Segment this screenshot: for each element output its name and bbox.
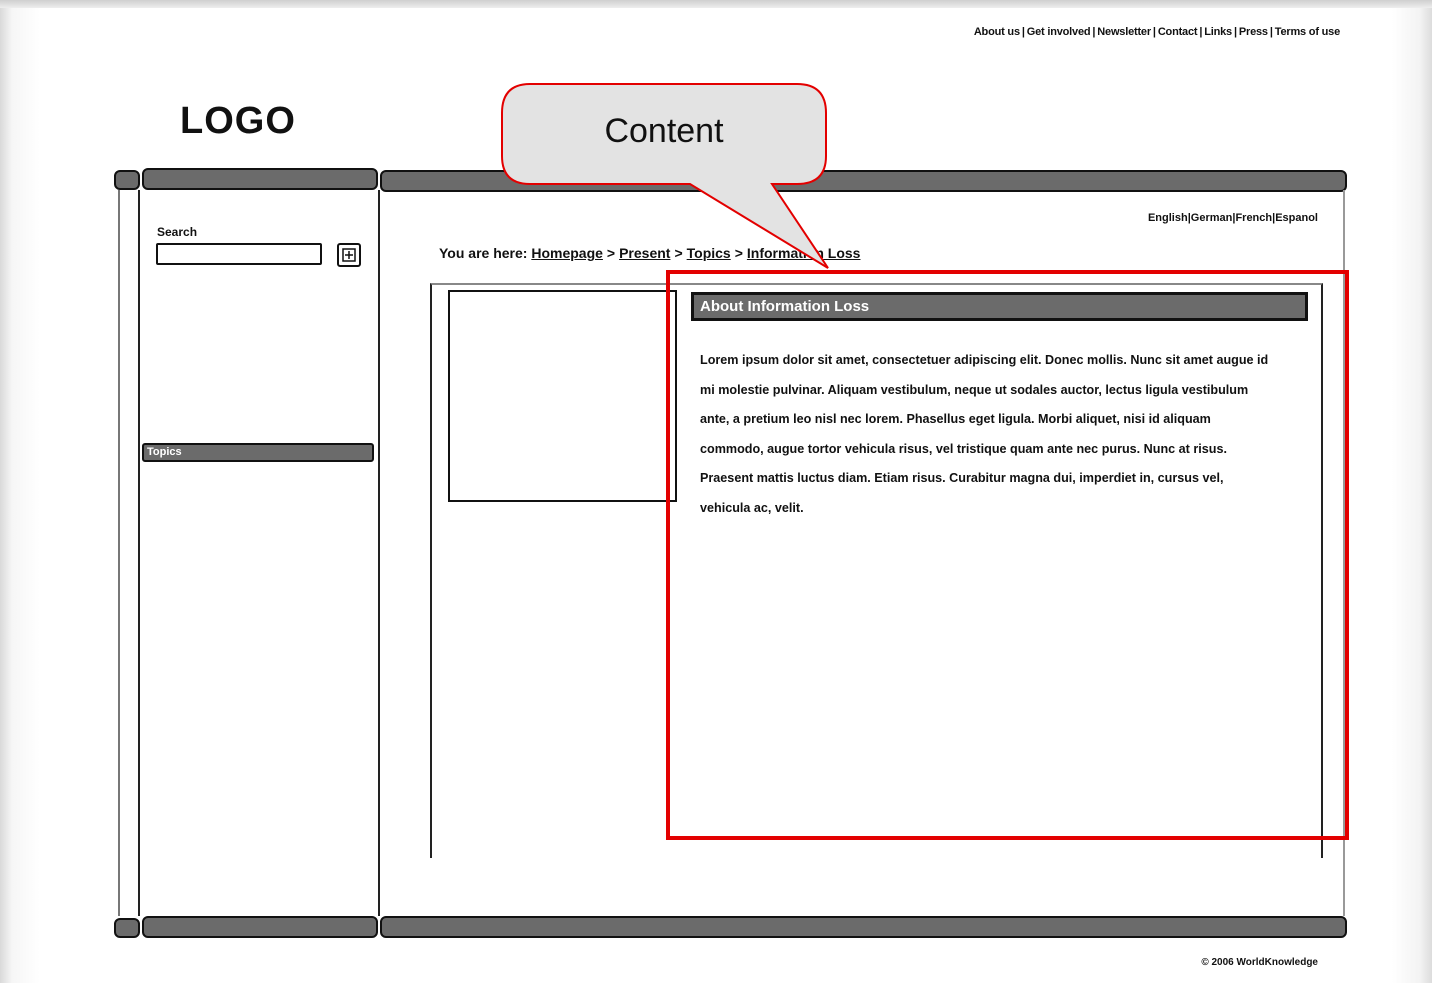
copyright: © 2006 WorldKnowledge xyxy=(1201,957,1318,968)
wireframe-page: About us | Get involved | Newsletter | Contact… xyxy=(0,0,1432,983)
callout-label: Content xyxy=(604,112,724,150)
